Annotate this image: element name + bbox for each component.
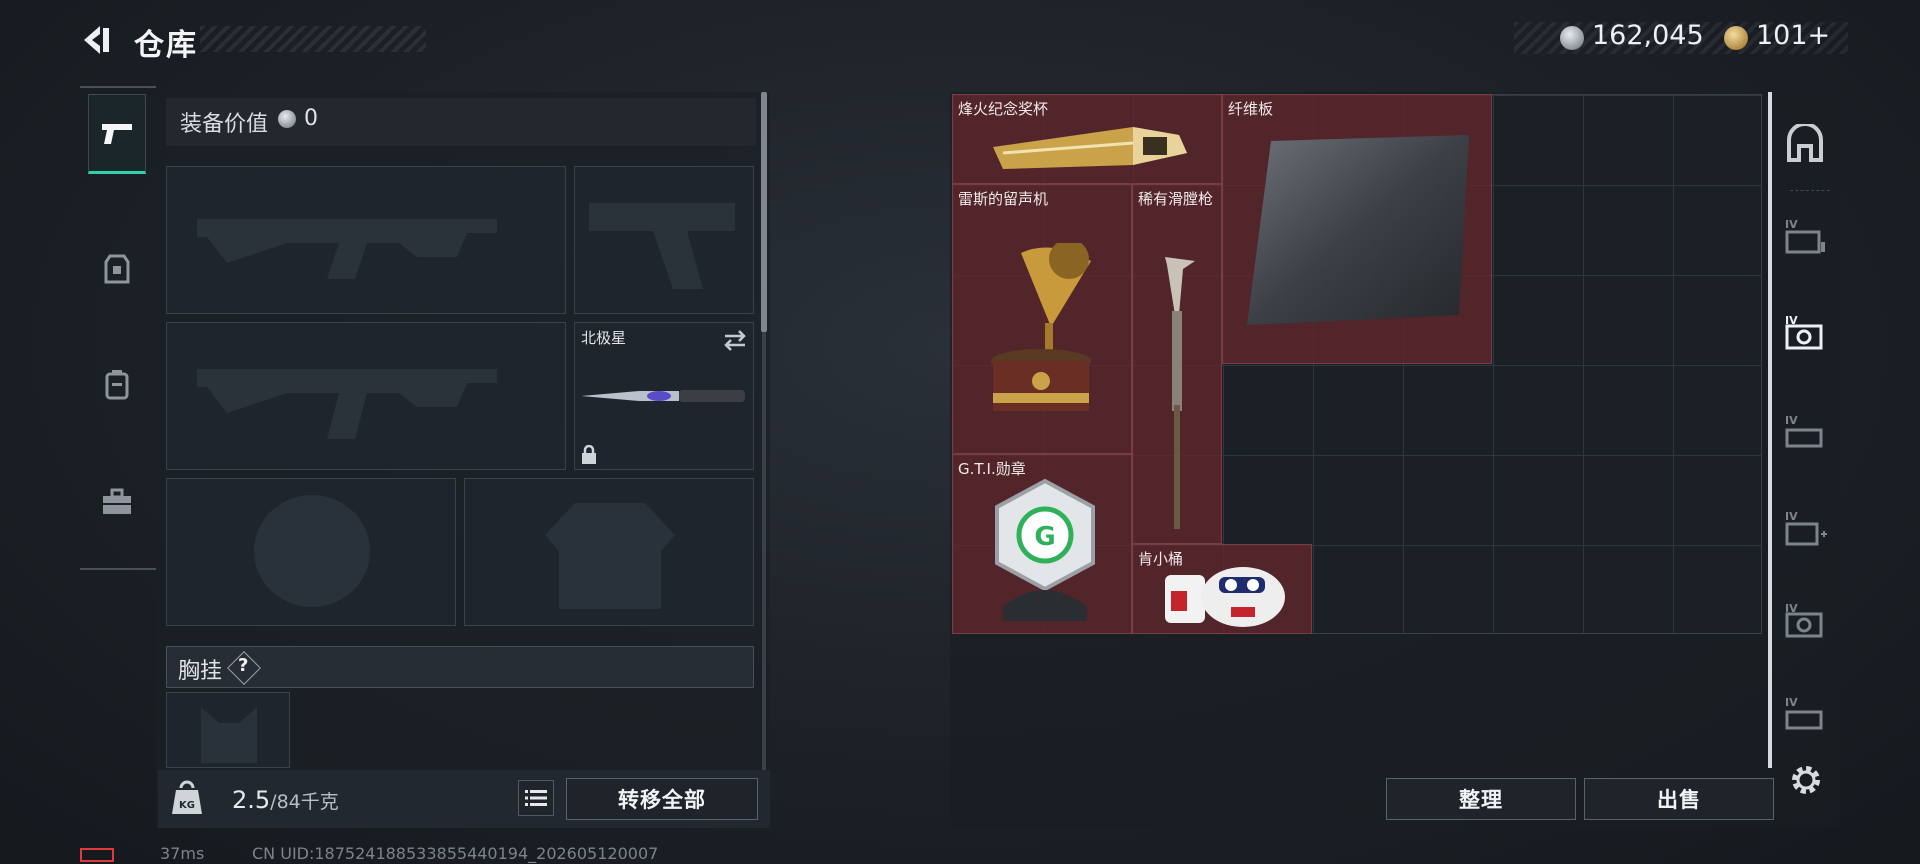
rifle-silhouette-icon bbox=[197, 369, 497, 439]
equipment-value-label: 装备价值 bbox=[180, 112, 269, 137]
armor-icon bbox=[104, 254, 130, 284]
chest-rig-label: 胸挂 bbox=[178, 659, 223, 684]
stash-item[interactable]: G.T.I.勋章 G bbox=[952, 454, 1132, 634]
svg-text:G: G bbox=[1034, 522, 1055, 552]
back-button[interactable] bbox=[80, 20, 114, 60]
melee-slot-label: 北极星 bbox=[581, 329, 627, 347]
item-name: 纤维板 bbox=[1228, 100, 1274, 118]
transfer-all-button[interactable]: 转移全部 bbox=[566, 778, 758, 820]
svg-text:IV: IV bbox=[1785, 510, 1798, 523]
weight-readout: 2.5/84千克 bbox=[232, 786, 339, 814]
pistol-icon bbox=[102, 124, 132, 144]
stash-tab-2[interactable]: IV bbox=[1776, 292, 1834, 372]
rifle-silhouette-icon bbox=[197, 219, 497, 279]
gun-case-icon: IV bbox=[1785, 414, 1823, 448]
weight-max: /84千克 bbox=[270, 791, 339, 813]
swap-icon[interactable] bbox=[721, 329, 749, 351]
stash-item[interactable]: 纤维板 bbox=[1222, 94, 1492, 364]
vault-icon bbox=[1787, 124, 1823, 162]
safe-icon: IV bbox=[1785, 314, 1823, 350]
weight-current: 2.5 bbox=[232, 786, 271, 814]
bucket-figure-icon bbox=[1165, 567, 1285, 627]
stash-item[interactable]: 稀有滑膛枪 bbox=[1132, 184, 1222, 544]
item-name: G.T.I.勋章 bbox=[958, 460, 1026, 478]
help-question-text[interactable]: ? bbox=[238, 655, 248, 676]
stash-tab-5[interactable]: IV bbox=[1776, 580, 1834, 660]
stash-tab-6[interactable]: IV bbox=[1776, 674, 1834, 754]
tab-backpack[interactable] bbox=[88, 344, 146, 424]
tab-toolbox[interactable] bbox=[88, 462, 146, 542]
stash-item[interactable]: 雷斯的留声机 bbox=[952, 184, 1132, 454]
knife-icon bbox=[581, 390, 745, 402]
lock-icon bbox=[582, 445, 596, 464]
weight-kg-icon: KG bbox=[172, 780, 202, 814]
list-icon bbox=[525, 790, 547, 806]
stash-tab-3[interactable]: IV bbox=[1776, 392, 1834, 472]
fiber-board-icon bbox=[1247, 135, 1469, 325]
storage-box-icon: IV bbox=[1785, 218, 1825, 254]
stash-item[interactable]: 烽火纪念奖杯 bbox=[952, 94, 1222, 184]
equipment-scrollbar-thumb[interactable] bbox=[761, 92, 767, 332]
trophy-icon bbox=[993, 127, 1187, 169]
stash-scrollbar[interactable] bbox=[1768, 92, 1772, 768]
musket-icon bbox=[1165, 257, 1195, 529]
sidearm-slot[interactable] bbox=[574, 166, 754, 314]
silver-currency-amount: 162,045 bbox=[1592, 20, 1704, 51]
silver-coin-icon bbox=[278, 110, 296, 128]
primary-weapon-slot[interactable] bbox=[166, 166, 566, 314]
gear-icon[interactable] bbox=[1788, 762, 1824, 798]
gold-coin-icon bbox=[1724, 26, 1748, 50]
item-name: 稀有滑膛枪 bbox=[1138, 190, 1214, 208]
body-armor-slot[interactable] bbox=[464, 478, 754, 626]
chest-rig-silhouette-icon bbox=[201, 707, 257, 763]
melee-slot[interactable]: 北极星 bbox=[574, 322, 754, 470]
safe-icon: IV bbox=[1785, 602, 1823, 638]
briefcase-icon bbox=[103, 488, 131, 514]
svg-text:KG: KG bbox=[179, 800, 195, 811]
gold-currency-amount[interactable]: 101+ bbox=[1756, 20, 1830, 51]
page-title: 仓库 bbox=[134, 28, 198, 63]
list-view-button[interactable] bbox=[518, 780, 554, 816]
stash-tab-1[interactable]: IV bbox=[1776, 196, 1834, 276]
helmet-slot[interactable] bbox=[166, 478, 456, 626]
title-stripe bbox=[200, 26, 426, 52]
rail-divider bbox=[1790, 190, 1830, 191]
medal-icon: G bbox=[995, 478, 1095, 621]
svg-text:IV: IV bbox=[1785, 696, 1798, 709]
pistol-silhouette-icon bbox=[589, 203, 735, 289]
svg-text:IV: IV bbox=[1785, 414, 1798, 427]
sell-button[interactable]: 出售 bbox=[1584, 778, 1774, 820]
helmet-silhouette-icon bbox=[254, 495, 370, 607]
svg-text:IV: IV bbox=[1785, 218, 1798, 231]
equipment-value: 0 bbox=[304, 106, 318, 131]
backpack-icon bbox=[105, 370, 129, 400]
stash-tab-home[interactable] bbox=[1776, 104, 1834, 184]
silver-coin-icon bbox=[1560, 26, 1584, 50]
item-name: 雷斯的留声机 bbox=[958, 190, 1049, 208]
chevron-left-icon bbox=[84, 26, 109, 54]
stash-item[interactable]: 肯小桶 bbox=[1132, 544, 1312, 634]
uid-text: CN UID:18752418853385544019​4_2026051200… bbox=[252, 844, 659, 863]
ping-readout: 37ms bbox=[160, 844, 205, 863]
chest-rig-slot[interactable] bbox=[166, 692, 290, 768]
armor-silhouette-icon bbox=[545, 503, 675, 609]
stash-tab-4[interactable]: IV bbox=[1776, 488, 1834, 568]
battery-icon bbox=[80, 848, 114, 862]
tab-armor[interactable] bbox=[88, 230, 146, 310]
secondary-weapon-slot[interactable] bbox=[166, 322, 566, 470]
sort-button[interactable]: 整理 bbox=[1386, 778, 1576, 820]
gun-case-icon: IV bbox=[1785, 696, 1823, 730]
tab-weapons[interactable] bbox=[88, 94, 146, 174]
medical-box-icon: IV bbox=[1785, 510, 1827, 546]
gramophone-icon bbox=[991, 243, 1091, 411]
